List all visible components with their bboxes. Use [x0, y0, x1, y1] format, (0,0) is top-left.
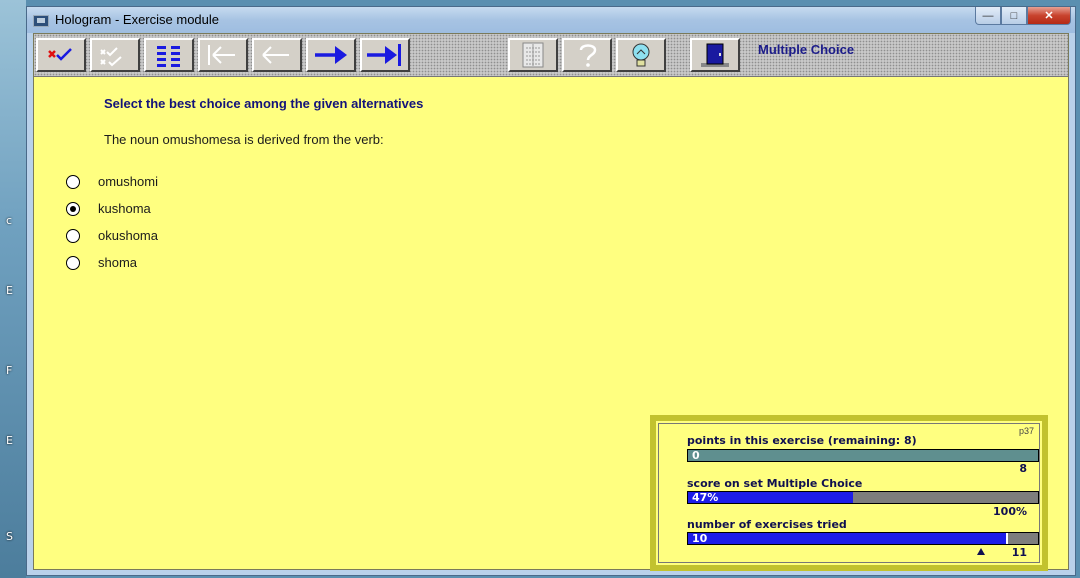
toolbar: Multiple Choice: [34, 34, 1068, 77]
option-label: kushoma: [98, 201, 151, 216]
first-disabled-icon: [208, 45, 235, 65]
maximize-icon: □: [1010, 9, 1018, 22]
desktop-glyph: S: [6, 530, 13, 543]
help-button[interactable]: [562, 38, 612, 72]
radio-button[interactable]: [66, 174, 80, 189]
score-max: 100%: [993, 505, 1027, 518]
hint-button[interactable]: [616, 38, 666, 72]
radio-button[interactable]: [66, 228, 80, 243]
exit-button[interactable]: [690, 38, 740, 72]
last-icon: [367, 44, 401, 66]
previous-exercise-button[interactable]: [252, 38, 302, 72]
score-panel-inner: p37 points in this exercise (remaining: …: [658, 423, 1040, 563]
tried-value: 10: [692, 532, 708, 545]
worksheet-button[interactable]: [508, 38, 558, 72]
points-value: 0: [692, 449, 700, 462]
exercise-type-label: Multiple Choice: [758, 42, 855, 57]
title-bar[interactable]: Hologram - Exercise module — □ ✕: [27, 7, 1075, 33]
desktop-glyph: E: [6, 284, 13, 297]
score-value: 47%: [692, 491, 719, 504]
option-label: omushomi: [98, 174, 158, 189]
check-cross-icon: [48, 48, 72, 61]
first-exercise-button[interactable]: [198, 38, 248, 72]
points-bar: 0: [687, 449, 1039, 462]
radio-button-selected[interactable]: [66, 201, 80, 216]
page-reference: p37: [1018, 426, 1034, 436]
show-answer-button[interactable]: [90, 38, 140, 72]
tried-max: 11: [1011, 546, 1027, 559]
list-icon: [157, 46, 180, 67]
tried-bar-fill: [688, 533, 1009, 544]
desktop-background: c E F E S: [0, 0, 26, 578]
tried-bar: 10: [687, 532, 1039, 545]
answer-option[interactable]: okushoma: [66, 222, 158, 249]
exercise-area: Multiple Choice Select the best choice a…: [33, 33, 1069, 571]
exercise-window: Hologram - Exercise module — □ ✕ Multipl…: [26, 6, 1076, 576]
check-disabled-icon: [100, 47, 122, 67]
check-answer-button[interactable]: [36, 38, 86, 72]
next-exercise-button[interactable]: [306, 38, 356, 72]
close-icon: ✕: [1044, 10, 1054, 22]
desktop-glyph: c: [6, 214, 13, 227]
score-bar: 47%: [687, 491, 1039, 504]
close-button[interactable]: ✕: [1027, 7, 1071, 25]
answer-option[interactable]: omushomi: [66, 168, 158, 195]
answer-option[interactable]: kushoma: [66, 195, 158, 222]
list-button[interactable]: [144, 38, 194, 72]
minimize-icon: —: [982, 9, 994, 22]
answer-options: omushomi kushoma okushoma shoma: [66, 168, 158, 276]
instruction-text: Select the best choice among the given a…: [104, 96, 424, 111]
desktop-glyph: F: [6, 364, 13, 377]
radio-button[interactable]: [66, 255, 80, 270]
prev-disabled-icon: [262, 46, 289, 64]
question-text: The noun omushomesa is derived from the …: [104, 132, 384, 147]
points-max: 8: [1019, 462, 1027, 475]
points-label: points in this exercise (remaining: 8): [687, 434, 917, 447]
option-label: shoma: [98, 255, 138, 270]
next-icon: [315, 46, 347, 64]
minimize-button[interactable]: —: [975, 7, 1001, 25]
option-label: okushoma: [98, 228, 158, 243]
last-exercise-button[interactable]: [360, 38, 410, 72]
maximize-button[interactable]: □: [1001, 7, 1027, 25]
score-label: score on set Multiple Choice: [687, 477, 863, 490]
score-panel: p37 points in this exercise (remaining: …: [650, 415, 1048, 571]
desktop-glyph: E: [6, 434, 13, 447]
window-title: Hologram - Exercise module: [55, 12, 220, 27]
exit-door-icon: [701, 43, 729, 67]
app-icon: [33, 15, 49, 27]
hint-bulb-icon: [632, 43, 650, 67]
tried-label: number of exercises tried: [687, 518, 847, 531]
triangle-marker-icon: [977, 548, 985, 555]
answer-option[interactable]: shoma: [66, 249, 158, 276]
help-disabled-icon: [579, 44, 597, 67]
sheet-icon: [522, 42, 544, 68]
window-controls: — □ ✕: [975, 7, 1071, 27]
